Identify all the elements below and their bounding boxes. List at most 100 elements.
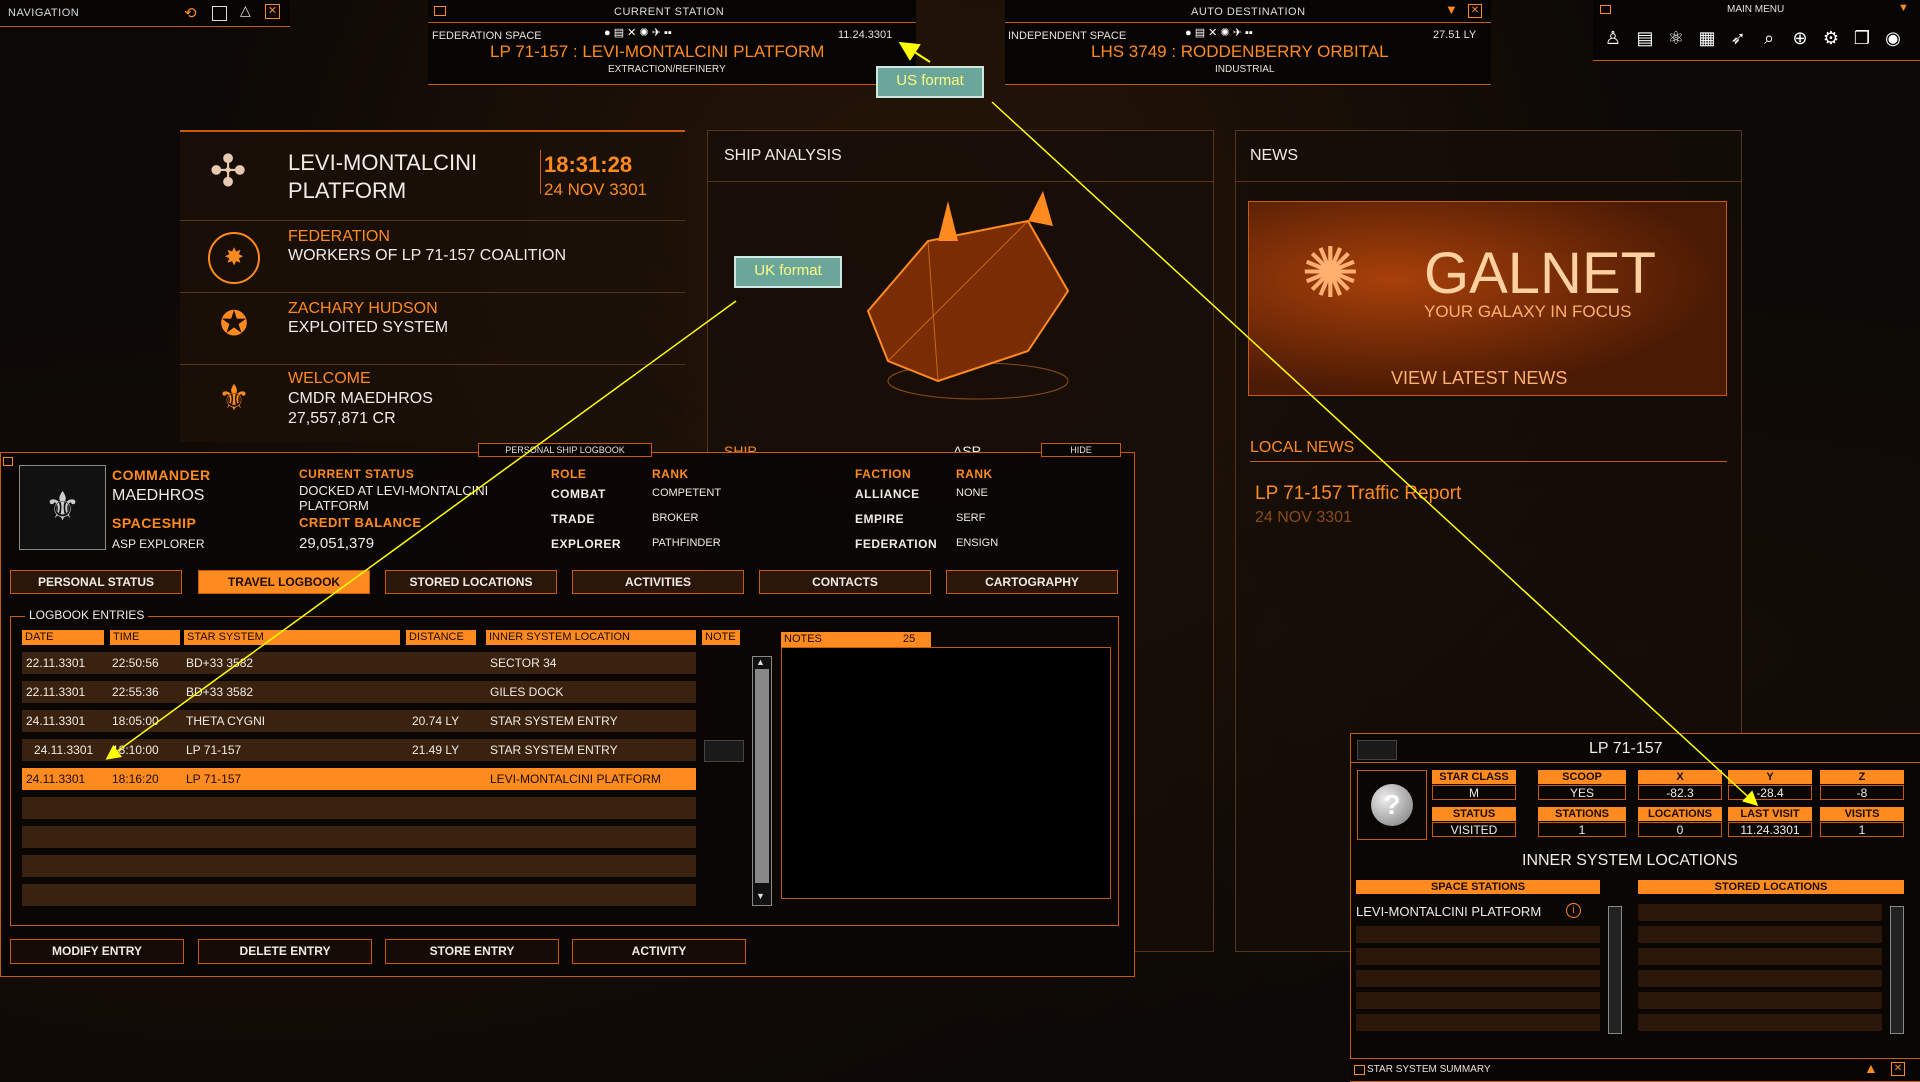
elite-badge: ⚜ [19,465,106,550]
square-icon[interactable] [212,6,227,21]
station-date: 24 NOV 3301 [544,180,648,199]
list-item[interactable] [1638,904,1882,921]
list-item[interactable] [1638,992,1882,1009]
faction-label: FEDERATION [288,228,390,245]
table-row[interactable]: 24.11.3301 18:05:00 THETA CYGNI 20.74 LY… [22,710,696,732]
close-icon[interactable]: ✕ [265,4,280,19]
local-news-item[interactable]: LP 71-157 Traffic Report [1255,483,1461,505]
column-time[interactable]: TIME [110,630,180,645]
note-thumbnail[interactable] [704,740,744,762]
destination-space: INDEPENDENT SPACE [1008,30,1127,42]
destination-type: INDUSTRIAL [1215,64,1275,75]
status-line2: PLATFORM [299,498,369,513]
commander-icon[interactable]: ♙ [1601,26,1625,50]
close-icon[interactable]: ✕ [1468,4,1482,18]
system-thumbnail [1357,740,1397,760]
scrollbar-thumb[interactable] [755,669,769,883]
station-list-item[interactable]: LEVI-MONTALCINI PLATFORM [1356,904,1541,919]
table-row-empty[interactable] [22,797,696,819]
galnet-banner[interactable]: ✺ GALNET YOUR GALAXY IN FOCUS VIEW LATES… [1248,201,1727,396]
list-item[interactable] [1356,948,1600,965]
tab-cartography[interactable]: CARTOGRAPHY [946,570,1118,594]
notes-textarea[interactable] [781,647,1111,899]
power-icon[interactable]: ◉ [1881,26,1905,50]
stored-scrollbar[interactable] [1890,906,1904,1034]
column-note[interactable]: NOTE [702,630,740,645]
modify-entry-button[interactable]: MODIFY ENTRY [10,939,184,964]
table-row-empty[interactable] [22,884,696,906]
status-value: VISITED [1432,822,1516,837]
inner-locations-title: INNER SYSTEM LOCATIONS [1522,852,1738,869]
view-latest-news-link[interactable]: VIEW LATEST NEWS [1391,368,1567,389]
us-format-callout: US format [876,66,984,98]
activity-button[interactable]: ACTIVITY [572,939,746,964]
store-entry-button[interactable]: STORE ENTRY [385,939,559,964]
chevron-down-icon[interactable]: ▼ [1898,2,1909,14]
stations-scrollbar[interactable] [1608,906,1622,1034]
chevron-down-icon[interactable]: ▼ [1445,2,1458,17]
column-star-system[interactable]: STAR SYSTEM [184,630,400,645]
tab-contacts[interactable]: CONTACTS [759,570,931,594]
list-item[interactable] [1356,926,1600,943]
search-icon[interactable]: ⌕ [1757,26,1781,50]
list-item[interactable] [1638,1014,1882,1031]
status-header: STATUS [1432,807,1516,821]
destination-name: LHS 3749 : RODDENBERRY ORBITAL [1091,42,1389,61]
gear-icon[interactable]: ⚙ [1819,26,1843,50]
column-date[interactable]: DATE [22,630,104,645]
ship-model [866,191,1070,400]
news-title: NEWS [1250,147,1298,164]
federation-icon: ✸ [208,232,260,284]
codex-icon[interactable]: ▦ [1695,26,1719,50]
scroll-down-icon[interactable]: ▼ [756,891,765,901]
faction-value: WORKERS OF LP 71-157 COALITION [288,247,567,264]
column-distance[interactable]: DISTANCE [406,630,476,645]
square-icon[interactable] [434,6,446,16]
table-row-selected[interactable]: 24.11.3301 18:16:20 LP 71-157 LEVI-MONTA… [22,768,696,790]
tab-stored-locations[interactable]: STORED LOCATIONS [385,570,557,594]
rank-trade: BROKER [652,512,699,524]
close-icon[interactable]: ✕ [1891,1062,1905,1076]
table-row[interactable]: 24.11.3301 18:10:00 LP 71-157 21.49 LY S… [22,739,696,761]
table-row-empty[interactable] [22,855,696,877]
table-row-empty[interactable] [22,826,696,848]
tab-travel-logbook[interactable]: TRAVEL LOGBOOK [198,570,370,594]
square-icon[interactable] [3,457,13,466]
target-icon[interactable]: ⊕ [1788,26,1812,50]
delete-entry-button[interactable]: DELETE ENTRY [198,939,372,964]
triangle-icon[interactable]: ▲ [1864,1060,1878,1076]
navigation-bar: NAVIGATION ⟲ △ ✕ [0,0,290,27]
list-item[interactable] [1638,948,1882,965]
tab-personal-status[interactable]: PERSONAL STATUS [10,570,182,594]
square-icon[interactable] [1354,1065,1365,1075]
power-icon: ✪ [219,305,249,343]
notes-label: NOTES [784,633,822,645]
logbook-icon[interactable]: ▤ [1633,26,1657,50]
list-item[interactable] [1638,970,1882,987]
galaxy-map-icon[interactable]: ⚛ [1664,26,1688,50]
rank-empire: SERF [956,512,986,524]
list-item[interactable] [1356,1014,1600,1031]
hide-button[interactable]: HIDE [1041,443,1121,457]
column-inner-location[interactable]: INNER SYSTEM LOCATION [486,630,696,645]
list-item[interactable] [1356,970,1600,987]
rocket-icon[interactable]: ➶ [1726,26,1750,50]
logbook-scrollbar[interactable]: ▲ ▼ [752,656,772,906]
triangle-icon[interactable]: △ [240,2,251,19]
info-icon[interactable]: i [1566,903,1581,918]
system-name: LP 71-157 [1589,740,1663,757]
z-value: -8 [1820,785,1904,800]
station-space: FEDERATION SPACE [432,30,542,42]
stations-header: STATIONS [1538,807,1626,821]
refresh-icon[interactable]: ⟲ [184,4,197,22]
current-station-title: CURRENT STATION [614,6,725,18]
tab-activities[interactable]: ACTIVITIES [572,570,744,594]
square-icon[interactable] [1600,5,1611,14]
table-row[interactable]: 22.11.3301 22:55:36 BD+33 3582 GILES DOC… [22,681,696,703]
table-row[interactable]: 22.11.3301 22:50:56 BD+33 3582 SECTOR 34 [22,652,696,674]
list-item[interactable] [1356,992,1600,1009]
windows-icon[interactable]: ❐ [1850,26,1874,50]
scroll-up-icon[interactable]: ▲ [756,657,765,667]
y-value: -28.4 [1728,785,1812,800]
list-item[interactable] [1638,926,1882,943]
